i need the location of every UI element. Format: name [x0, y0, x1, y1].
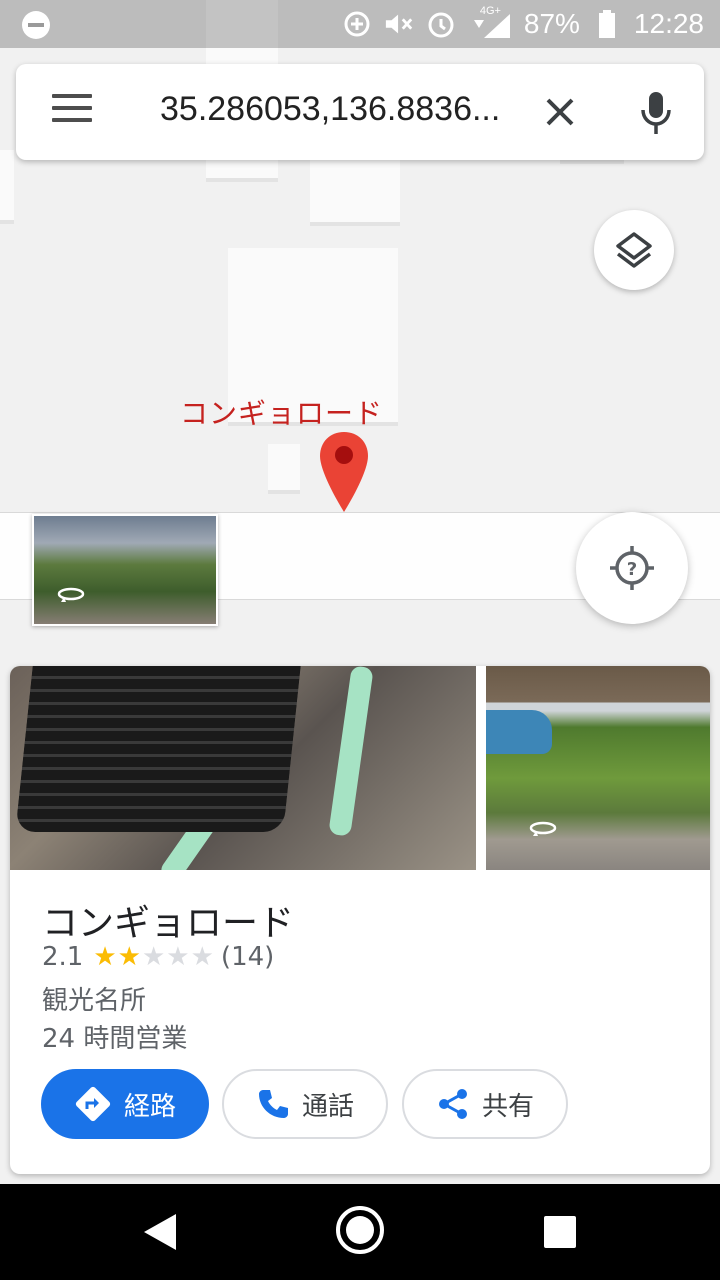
place-photo[interactable]	[10, 666, 476, 870]
star-icon: ★	[93, 942, 118, 972]
map-building	[310, 150, 400, 222]
recent-apps-icon[interactable]	[544, 1216, 576, 1248]
share-label: 共有	[481, 1091, 534, 1122]
directions-button[interactable]: 経路	[41, 1069, 209, 1139]
signal-icon: 4G+	[468, 5, 512, 39]
street-view-rotate-icon	[529, 821, 557, 836]
star-icon: ★	[166, 942, 191, 972]
back-icon[interactable]	[142, 1212, 178, 1252]
map-building	[268, 444, 300, 490]
battery-percent: 87%	[523, 8, 580, 39]
do-not-disturb-icon	[22, 11, 50, 39]
rating-row[interactable]: 2.1 ★ ★ ★ ★ ★ (14)	[42, 942, 274, 972]
layers-button[interactable]	[594, 210, 674, 290]
photo-detail	[486, 710, 552, 754]
my-location-button[interactable]: ?	[576, 512, 688, 624]
data-saver-icon	[342, 9, 372, 39]
phone-icon	[258, 1090, 288, 1118]
home-icon[interactable]	[336, 1206, 384, 1254]
call-label: 通話	[301, 1091, 354, 1122]
svg-text:?: ?	[627, 559, 637, 580]
street-view-photo[interactable]	[486, 666, 710, 870]
star-icon: ★	[141, 942, 167, 972]
share-icon	[438, 1089, 467, 1119]
battery-icon	[592, 9, 622, 39]
opening-hours: 24 時間営業	[42, 1024, 188, 1054]
bicycle-frame	[328, 666, 374, 837]
directions-label: 経路	[123, 1091, 176, 1122]
star-icon: ★	[117, 942, 142, 972]
status-icons: 4G+ 87% 12:28	[342, 5, 704, 42]
menu-icon[interactable]	[52, 94, 92, 130]
star-icon: ★	[190, 942, 215, 972]
mic-icon[interactable]	[636, 90, 676, 136]
street-view-thumbnail[interactable]	[32, 514, 218, 626]
map-place-label[interactable]: コンギョロード	[180, 392, 383, 432]
bicycle-basket	[15, 666, 301, 832]
street-view-rotate-icon	[57, 587, 85, 602]
call-button[interactable]: 通話	[222, 1069, 388, 1139]
layers-icon	[616, 232, 652, 268]
directions-icon	[75, 1086, 111, 1122]
review-count: (14)	[220, 942, 275, 972]
clock: 12:28	[633, 8, 704, 39]
place-title: コンギョロード	[42, 903, 295, 944]
my-location-icon: ?	[610, 546, 654, 590]
share-button[interactable]: 共有	[402, 1069, 568, 1139]
search-query[interactable]: 35.286053,136.8836...	[160, 90, 500, 129]
place-card[interactable]: コンギョロード 2.1 ★ ★ ★ ★ ★ (14) 観光名所 24 時間営業 経路 通…	[10, 666, 710, 1174]
alarm-icon	[426, 9, 456, 39]
search-bar[interactable]: 35.286053,136.8836...	[16, 64, 704, 160]
star-rating: ★ ★ ★ ★ ★	[93, 942, 215, 972]
map-building	[0, 150, 14, 220]
status-bar: 4G+ 87% 12:28	[0, 0, 720, 48]
rating-value: 2.1	[42, 942, 84, 972]
mute-icon	[384, 9, 414, 39]
network-type: 4G+	[479, 5, 501, 17]
location-pin-icon[interactable]	[318, 430, 370, 514]
close-icon[interactable]	[540, 92, 580, 132]
place-category: 観光名所	[42, 986, 147, 1016]
